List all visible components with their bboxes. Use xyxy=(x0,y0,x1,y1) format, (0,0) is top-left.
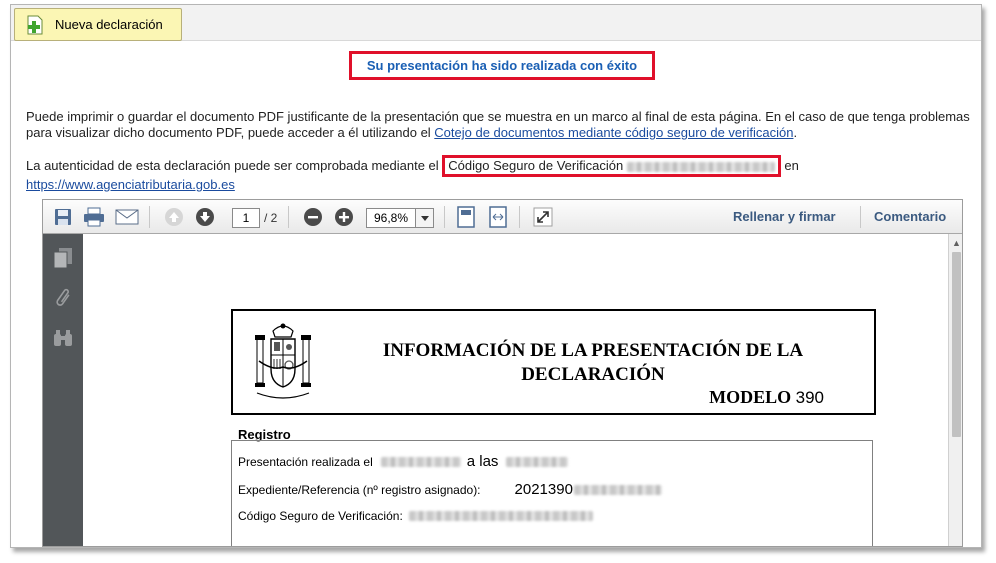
csv-highlight: Código Seguro de Verificación xyxy=(442,155,781,177)
add-document-icon xyxy=(27,15,43,34)
registro-box: Presentación realizada el a las Expedien… xyxy=(231,440,873,546)
intro-end: . xyxy=(793,125,798,140)
toolbar-separator xyxy=(860,206,861,228)
csv-row-redacted xyxy=(408,511,593,521)
agencia-tributaria-link[interactable]: https://www.agenciatributaria.gob.es xyxy=(26,177,235,192)
zoom-in-icon[interactable] xyxy=(333,207,355,227)
authenticity-text: La autenticidad de esta declaración pued… xyxy=(26,158,443,173)
csv-label: Código Seguro de Verificación xyxy=(448,158,624,173)
comment-button[interactable]: Comentario xyxy=(874,207,946,227)
toolbar-separator xyxy=(519,206,520,228)
document-header: INFORMACIÓN DE LA PRESENTACIÓN DE LA DEC… xyxy=(231,309,876,415)
attachment-icon[interactable] xyxy=(51,286,75,310)
toolbar-separator xyxy=(444,206,445,228)
presentacion-row: Presentación realizada el a las xyxy=(238,453,569,470)
fullscreen-icon[interactable] xyxy=(531,207,555,227)
binoculars-icon[interactable] xyxy=(51,326,75,350)
presentacion-date-redacted xyxy=(380,456,461,467)
scrollbar-thumb[interactable] xyxy=(952,252,961,437)
document-title-line1: INFORMACIÓN DE LA PRESENTACIÓN DE LA xyxy=(382,340,804,361)
zoom-level-input[interactable]: 96,8% xyxy=(366,208,416,228)
save-icon[interactable] xyxy=(52,207,74,227)
toolbar-separator xyxy=(288,206,289,228)
expediente-value: 2021390 xyxy=(514,481,573,498)
zoom-dropdown[interactable] xyxy=(415,208,434,228)
document-title-line2: DECLARACIÓN xyxy=(521,364,665,385)
csv-redacted xyxy=(626,161,775,172)
email-icon[interactable] xyxy=(114,207,140,227)
pdf-viewer: 1 / 2 96,8% Rellenar y firmar Comentario… xyxy=(42,199,963,547)
a-las-label: a las xyxy=(466,453,499,470)
pdf-scrollbar[interactable]: ▲ xyxy=(948,234,962,546)
print-icon[interactable] xyxy=(82,207,106,227)
new-declaration-label: Nueva declaración xyxy=(55,17,163,32)
previous-page-icon[interactable] xyxy=(163,207,185,227)
csv-row-label: Código Seguro de Verificación: xyxy=(238,509,403,523)
expediente-redacted xyxy=(573,484,662,495)
zoom-out-icon[interactable] xyxy=(302,207,324,227)
modelo-label: MODELO 390 xyxy=(709,387,824,408)
authenticity-paragraph: La autenticidad de esta declaración pued… xyxy=(26,155,976,193)
pdf-page: INFORMACIÓN DE LA PRESENTACIÓN DE LA DEC… xyxy=(83,234,948,546)
scroll-up-arrow-icon[interactable]: ▲ xyxy=(952,238,961,248)
page-total: / 2 xyxy=(264,211,278,225)
toolbar-separator xyxy=(149,206,150,228)
expediente-row: Expediente/Referencia (nº registro asign… xyxy=(238,481,662,498)
modelo-number: 390 xyxy=(795,388,824,407)
pages-icon[interactable] xyxy=(51,246,75,270)
dropdown-arrow-icon xyxy=(420,215,429,221)
document-title: INFORMACIÓN DE LA PRESENTACIÓN DE LA DEC… xyxy=(343,339,843,387)
fit-width-icon[interactable] xyxy=(487,206,509,228)
intro-paragraph: Puede imprimir o guardar el documento PD… xyxy=(26,109,976,141)
authenticity-after: en xyxy=(780,158,799,173)
fill-and-sign-button[interactable]: Rellenar y firmar xyxy=(733,207,836,227)
success-message: Su presentación ha sido realizada con éx… xyxy=(349,51,655,80)
browser-frame: Nueva declaración Su presentación ha sid… xyxy=(10,4,982,548)
pdf-toolbar: 1 / 2 96,8% Rellenar y firmar Comentario xyxy=(43,200,962,234)
modelo-text: MODELO xyxy=(709,387,792,407)
top-toolbar: Nueva declaración xyxy=(11,5,981,41)
current-page-input[interactable]: 1 xyxy=(232,208,260,228)
pdf-left-sidebar xyxy=(43,234,83,546)
new-declaration-button[interactable]: Nueva declaración xyxy=(14,8,182,41)
presentacion-label: Presentación realizada el xyxy=(238,454,373,469)
csv-row: Código Seguro de Verificación: xyxy=(238,509,593,523)
cotejo-link[interactable]: Cotejo de documentos mediante código seg… xyxy=(434,125,793,140)
spain-coat-of-arms-icon xyxy=(255,323,311,399)
expediente-label: Expediente/Referencia (nº registro asign… xyxy=(238,482,481,497)
presentacion-time-redacted xyxy=(506,456,569,467)
fit-page-icon[interactable] xyxy=(455,206,477,228)
next-page-icon[interactable] xyxy=(194,207,216,227)
